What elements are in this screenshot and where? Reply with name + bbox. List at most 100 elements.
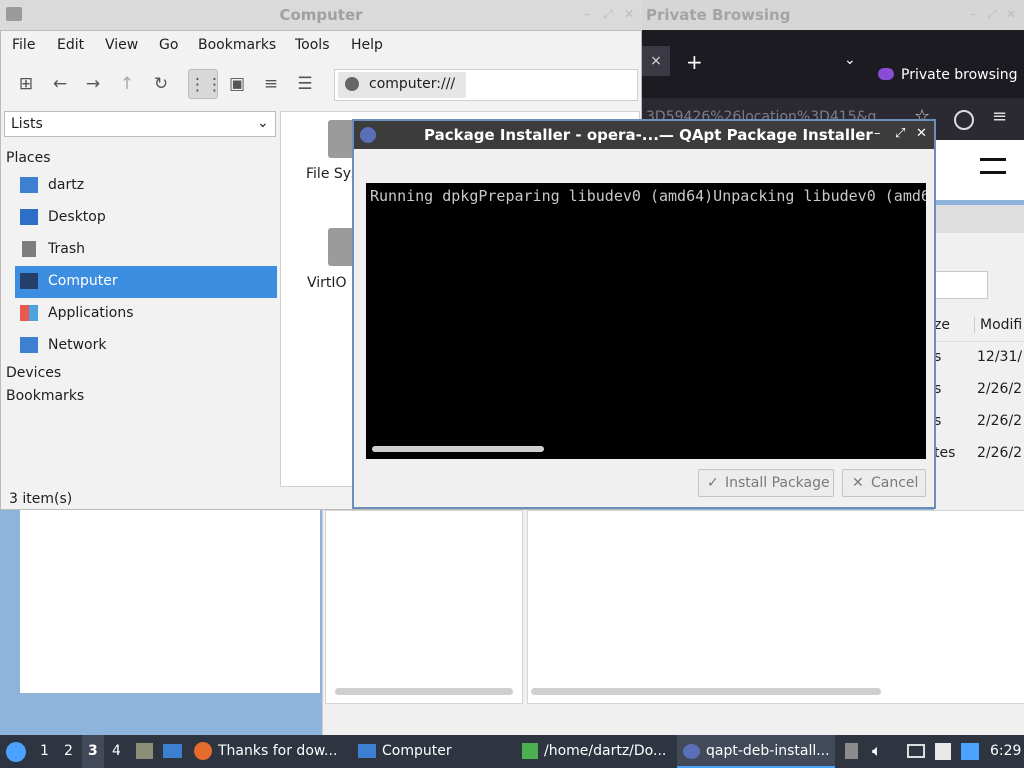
task-firefox[interactable]: Thanks for dow... <box>218 743 337 759</box>
status-bar: 3 item(s) <box>9 491 73 507</box>
reload-icon[interactable]: ↻ <box>146 69 176 99</box>
close-icon[interactable]: ✕ <box>916 126 927 141</box>
minimize-icon[interactable]: – <box>580 7 594 21</box>
eject-icon[interactable] <box>845 743 858 759</box>
sidebar-item-applications[interactable]: Applications <box>15 298 277 330</box>
item-filesystem-label[interactable]: File Sys <box>306 166 358 182</box>
compact-view-icon[interactable]: ≡ <box>256 69 286 99</box>
menubar: File Edit View Go Bookmarks Tools Help <box>1 31 641 61</box>
sidebar-item-computer[interactable]: Computer <box>15 266 277 298</box>
terminal-icon <box>522 743 538 759</box>
network-icon[interactable] <box>907 744 925 758</box>
install-package-button[interactable]: ✓ Install Package <box>698 469 834 497</box>
workspace-4[interactable]: 4 <box>112 743 121 759</box>
sidebar-item-trash[interactable]: Trash <box>15 234 277 266</box>
column-size-header[interactable]: ze <box>934 317 950 333</box>
hamburger-icon[interactable] <box>980 158 1006 161</box>
side-pane-mode-value: Lists <box>11 116 43 132</box>
item-virtio-label[interactable]: VirtIO <box>307 275 347 291</box>
workspace-3[interactable]: 3 <box>88 743 98 759</box>
task-computer[interactable]: Computer <box>382 743 452 759</box>
background-desktop-window <box>0 510 322 735</box>
menu-file[interactable]: File <box>12 37 35 53</box>
applications-icon <box>20 305 38 321</box>
private-browsing-label: Private browsing <box>901 67 1018 83</box>
horizontal-scrollbar[interactable] <box>335 688 513 695</box>
close-icon: ✕ <box>852 475 864 491</box>
sidebar-item-network[interactable]: Network <box>15 330 277 362</box>
taskbar: 1 2 3 4 Thanks for dow... Computer /home… <box>0 735 1024 768</box>
tab-close-button[interactable]: × <box>642 46 670 76</box>
menu-help[interactable]: Help <box>351 37 383 53</box>
back-icon[interactable]: ← <box>45 69 75 99</box>
maximize-icon[interactable]: ⤢ <box>895 126 905 141</box>
app-icon <box>360 127 376 143</box>
column-modified-header[interactable]: Modifi <box>974 317 1022 333</box>
browser-page <box>934 140 1024 200</box>
file-manager-titlebar[interactable]: Computer – ⤢ ✕ <box>0 0 642 30</box>
places-header[interactable]: Places <box>6 150 51 166</box>
browser-titlebar[interactable]: Private Browsing – ⤢ ✕ <box>642 0 1024 30</box>
file-manager-launcher-icon[interactable] <box>136 743 153 759</box>
new-tab-icon[interactable]: ⊞ <box>11 69 41 99</box>
task-qapt[interactable]: qapt-deb-install... <box>706 743 830 759</box>
workspace-1[interactable]: 1 <box>40 743 49 759</box>
home-folder-icon <box>20 177 38 193</box>
address-text[interactable]: computer:/// <box>369 76 455 92</box>
notification-icon[interactable] <box>961 743 979 760</box>
extension-icon[interactable] <box>954 110 974 130</box>
drive-icon <box>345 77 359 91</box>
sidebar-item-desktop[interactable]: Desktop <box>15 202 277 234</box>
icon-view-icon[interactable]: ⋮⋮ <box>188 69 223 99</box>
dialog-title: Package Installer - opera-...— QApt Pack… <box>424 126 873 144</box>
browser-title: Private Browsing <box>646 6 791 24</box>
show-desktop-icon[interactable] <box>163 744 182 758</box>
volume-icon[interactable]: 🔈︎ <box>872 741 882 761</box>
cancel-button[interactable]: ✕ Cancel <box>842 469 926 497</box>
menu-icon[interactable]: ≡ <box>992 106 1007 127</box>
search-field[interactable] <box>934 271 988 299</box>
row-date: 2/26/2 <box>977 381 1023 397</box>
up-icon[interactable]: ↑ <box>112 69 142 99</box>
menu-view[interactable]: View <box>105 37 138 53</box>
start-menu-icon[interactable] <box>6 742 26 762</box>
private-mask-icon <box>878 68 894 80</box>
package-installer-dialog: Package Installer - opera-...— QApt Pack… <box>352 119 936 509</box>
thumbnail-view-icon[interactable]: ▣ <box>222 69 252 99</box>
list-all-tabs-icon[interactable]: ⌄ <box>844 52 856 68</box>
file-manager-title: Computer <box>279 6 363 24</box>
workspace-2[interactable]: 2 <box>64 743 73 759</box>
clipboard-icon[interactable] <box>935 743 951 760</box>
chevron-down-icon: ⌄ <box>257 115 269 131</box>
check-icon: ✓ <box>707 475 719 491</box>
menu-go[interactable]: Go <box>159 37 178 53</box>
folder-icon <box>358 744 376 758</box>
horizontal-scrollbar[interactable] <box>531 688 881 695</box>
dialog-titlebar[interactable]: Package Installer - opera-...— QApt Pack… <box>354 121 934 149</box>
clock[interactable]: 6:29 <box>990 743 1021 759</box>
detailed-list-icon[interactable]: ☰ <box>290 69 320 99</box>
menu-edit[interactable]: Edit <box>57 37 84 53</box>
network-folder-icon <box>20 337 38 353</box>
row-date: 12/31/ <box>977 349 1023 365</box>
menu-bookmarks[interactable]: Bookmarks <box>198 37 276 53</box>
address-bar[interactable]: computer:/// <box>334 69 638 101</box>
terminal-output[interactable]: Running dpkgPreparing libudev0 (amd64)Un… <box>366 183 926 459</box>
new-tab-button[interactable]: + <box>686 50 703 74</box>
menu-tools[interactable]: Tools <box>295 37 330 53</box>
side-pane-mode-select[interactable]: Lists ⌄ <box>4 111 276 137</box>
maximize-icon[interactable]: ⤢ <box>601 7 615 21</box>
minimize-icon[interactable]: – <box>966 7 980 21</box>
close-icon[interactable]: ✕ <box>622 7 636 21</box>
horizontal-scrollbar[interactable] <box>372 446 544 452</box>
row-date: 2/26/2 <box>977 413 1023 429</box>
minimize-icon[interactable]: – <box>874 126 881 141</box>
task-terminal[interactable]: /home/dartz/Do... <box>544 743 666 759</box>
maximize-icon[interactable]: ⤢ <box>985 7 999 21</box>
devices-header[interactable]: Devices <box>6 365 61 381</box>
trash-icon <box>22 241 36 257</box>
bookmarks-header[interactable]: Bookmarks <box>6 388 84 404</box>
close-icon[interactable]: ✕ <box>1004 7 1018 21</box>
forward-icon[interactable]: → <box>78 69 108 99</box>
sidebar-item-dartz[interactable]: dartz <box>15 170 277 202</box>
